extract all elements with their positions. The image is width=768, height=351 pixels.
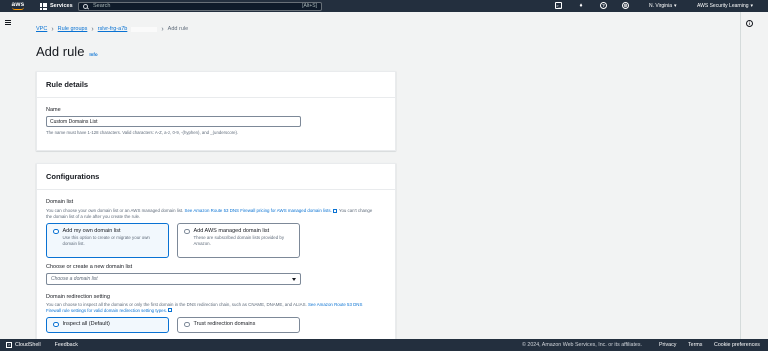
page-title-text: Add rule <box>36 44 85 59</box>
chevron-right-icon: › <box>91 25 94 33</box>
notifications-bell-icon[interactable]: ♦ <box>577 2 585 10</box>
redirection-label: Domain redirection setting <box>46 294 110 300</box>
managed-domain-list-label: Add AWS managed domain list <box>193 228 270 234</box>
radio-selected-icon <box>53 321 59 327</box>
search-input[interactable]: Search [Alt+S] <box>78 1 322 11</box>
account-label: AWS Security Learning <box>697 3 749 9</box>
domain-list-select[interactable]: Choose a domain list <box>46 273 301 285</box>
managed-domain-list-desc: These are subscribed domain lists provid… <box>193 235 285 246</box>
chevron-right-icon: › <box>51 25 54 33</box>
top-navigation: aws Services Search [Alt+S] >_ ♦ ? ⚙ N. … <box>0 0 768 12</box>
rule-details-container: Rule details Name Custom Domains List Th… <box>36 71 396 151</box>
trust-redirection-tile[interactable]: Trust redirection domains <box>177 317 300 333</box>
info-link[interactable]: Info <box>89 52 97 57</box>
terms-link[interactable]: Terms <box>688 342 702 348</box>
redirection-desc-text: You can choose to inspect all the domain… <box>46 302 308 307</box>
search-shortcut: [Alt+S] <box>302 3 317 9</box>
info-panel-icon[interactable]: i <box>746 20 753 27</box>
configurations-heading: Configurations <box>37 164 395 190</box>
search-icon <box>83 3 88 9</box>
dns-firewall-pricing-link[interactable]: See Amazon Route 53 DNS Firewall pricing… <box>185 208 332 213</box>
footer: > CloudShell Feedback © 2024, Amazon Web… <box>0 339 768 351</box>
chevron-down-icon: ▾ <box>750 3 754 9</box>
rule-details-heading: Rule details <box>37 72 395 98</box>
cloudshell-label: CloudShell <box>15 342 41 348</box>
own-domain-list-tile[interactable]: Add my own domain list Use this option t… <box>46 223 169 258</box>
domain-list-description: You can choose your own domain list or a… <box>46 208 376 219</box>
services-label: Services <box>50 3 73 9</box>
hamburger-menu-icon[interactable] <box>5 20 11 25</box>
search-placeholder: Search <box>93 3 111 9</box>
domain-list-placeholder: Choose a domain list <box>51 276 98 282</box>
breadcrumb-rule-groups[interactable]: Rule groups <box>58 26 88 32</box>
domain-list-desc-text: You can choose your own domain list or a… <box>46 208 185 213</box>
cloudshell-button[interactable]: > CloudShell <box>6 342 41 348</box>
radio-unselected-icon <box>184 228 190 234</box>
grid-icon <box>40 2 47 10</box>
terminal-icon: > <box>6 342 12 348</box>
chevron-right-icon: › <box>161 25 164 33</box>
external-link-icon <box>168 308 173 312</box>
privacy-link[interactable]: Privacy <box>659 342 676 348</box>
name-label: Name <box>46 107 61 113</box>
managed-domain-list-tile[interactable]: Add AWS managed domain list These are su… <box>177 223 300 258</box>
own-domain-list-label: Add my own domain list <box>62 228 121 234</box>
radio-selected-icon <box>53 228 59 234</box>
copyright-text: © 2024, Amazon Web Services, Inc. or its… <box>522 342 642 348</box>
configurations-container: Configurations Domain list You can choos… <box>36 163 396 343</box>
breadcrumb-vpc[interactable]: VPC <box>36 26 47 32</box>
settings-gear-icon[interactable]: ⚙ <box>622 2 629 9</box>
chevron-down-icon: ▾ <box>673 3 677 9</box>
breadcrumb: VPC › Rule groups › rslvr-frg-a7b › Add … <box>36 25 189 33</box>
services-menu[interactable]: Services <box>40 2 73 10</box>
inspect-all-tile[interactable]: Inspect all (Default) <box>46 317 169 333</box>
name-constraint: The name must have 1-128 characters. Val… <box>46 130 239 135</box>
own-domain-list-desc: Use this option to create or migrate you… <box>62 235 150 246</box>
inspect-all-label: Inspect all (Default) <box>62 321 110 327</box>
external-link-icon <box>332 208 337 213</box>
region-selector[interactable]: N. Virginia ▾ <box>649 3 677 9</box>
redacted-area <box>131 26 158 32</box>
caret-down-icon <box>292 277 296 281</box>
account-menu[interactable]: AWS Security Learning ▾ <box>697 3 753 9</box>
name-input[interactable]: Custom Domains List <box>46 116 301 127</box>
right-rail-divider <box>740 12 741 339</box>
nav-icon-group: >_ ♦ ? ⚙ <box>555 2 629 10</box>
breadcrumb-rule-group-id[interactable]: rslvr-frg-a7b <box>98 26 128 32</box>
domain-list-tiles: Add my own domain list Use this option t… <box>46 223 386 258</box>
help-icon[interactable]: ? <box>600 2 607 9</box>
trust-redirection-label: Trust redirection domains <box>193 321 256 327</box>
region-label: N. Virginia <box>649 3 672 9</box>
redirection-description: You can choose to inspect all the domain… <box>46 302 376 313</box>
page-title: Add rule Info <box>36 44 98 59</box>
radio-unselected-icon <box>184 321 190 327</box>
cookie-preferences-link[interactable]: Cookie preferences <box>714 342 760 348</box>
breadcrumb-current: Add rule <box>167 26 189 32</box>
aws-smile-icon <box>12 7 24 10</box>
cloudshell-icon[interactable]: >_ <box>555 2 562 9</box>
domain-list-label: Domain list <box>46 199 74 205</box>
feedback-link[interactable]: Feedback <box>55 342 78 348</box>
redirection-tiles: Inspect all (Default) Trust redirection … <box>46 317 386 333</box>
aws-logo[interactable]: aws <box>6 0 30 12</box>
choose-domain-list-label: Choose or create a new domain list <box>46 264 133 270</box>
